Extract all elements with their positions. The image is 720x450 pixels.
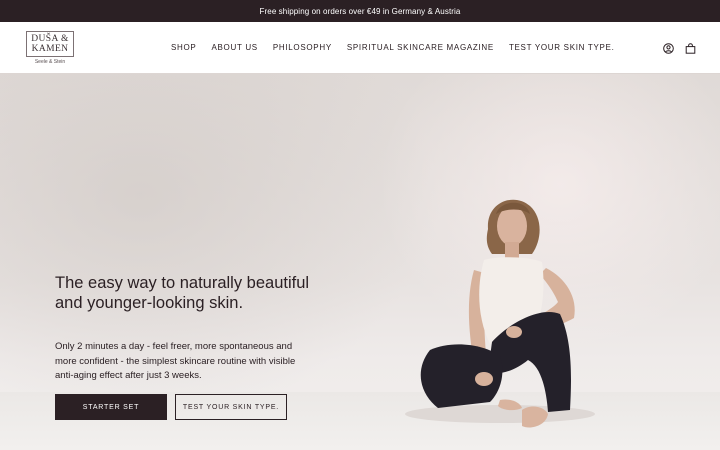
- nav-item-skin-test[interactable]: TEST YOUR SKIN TYPE.: [509, 43, 615, 52]
- main-nav: SHOP ABOUT US PHILOSOPHY SPIRITUAL SKINC…: [171, 43, 615, 52]
- header-icons: [663, 41, 696, 54]
- logo-line-2: KAMEN: [31, 44, 69, 54]
- hero-title: The easy way to naturally beautiful and …: [55, 274, 310, 312]
- nav-item-shop[interactable]: SHOP: [171, 43, 196, 52]
- account-icon[interactable]: [663, 41, 674, 54]
- hero-section: The easy way to naturally beautiful and …: [0, 74, 720, 450]
- starter-set-button[interactable]: STARTER SET: [55, 394, 167, 420]
- test-skin-type-button[interactable]: TEST YOUR SKIN TYPE.: [175, 394, 287, 420]
- logo-line-1: DUŠA &: [31, 34, 69, 44]
- cart-icon[interactable]: [685, 41, 696, 54]
- announcement-bar: Free shipping on orders over €49 in Germ…: [0, 0, 720, 22]
- announcement-text: Free shipping on orders over €49 in Germ…: [259, 6, 461, 16]
- nav-item-magazine[interactable]: SPIRITUAL SKINCARE MAGAZINE: [347, 43, 494, 52]
- brand-logo[interactable]: DUŠA & KAMEN Seele & Stein: [26, 31, 74, 65]
- nav-item-about-us[interactable]: ABOUT US: [211, 43, 257, 52]
- logo-tagline: Seele & Stein: [34, 59, 66, 65]
- site-header: DUŠA & KAMEN Seele & Stein SHOP ABOUT US…: [0, 22, 720, 74]
- logo-wordmark: DUŠA & KAMEN: [26, 31, 74, 57]
- hero-subtitle: Only 2 minutes a day - feel freer, more …: [55, 341, 296, 381]
- nav-item-philosophy[interactable]: PHILOSOPHY: [273, 43, 332, 52]
